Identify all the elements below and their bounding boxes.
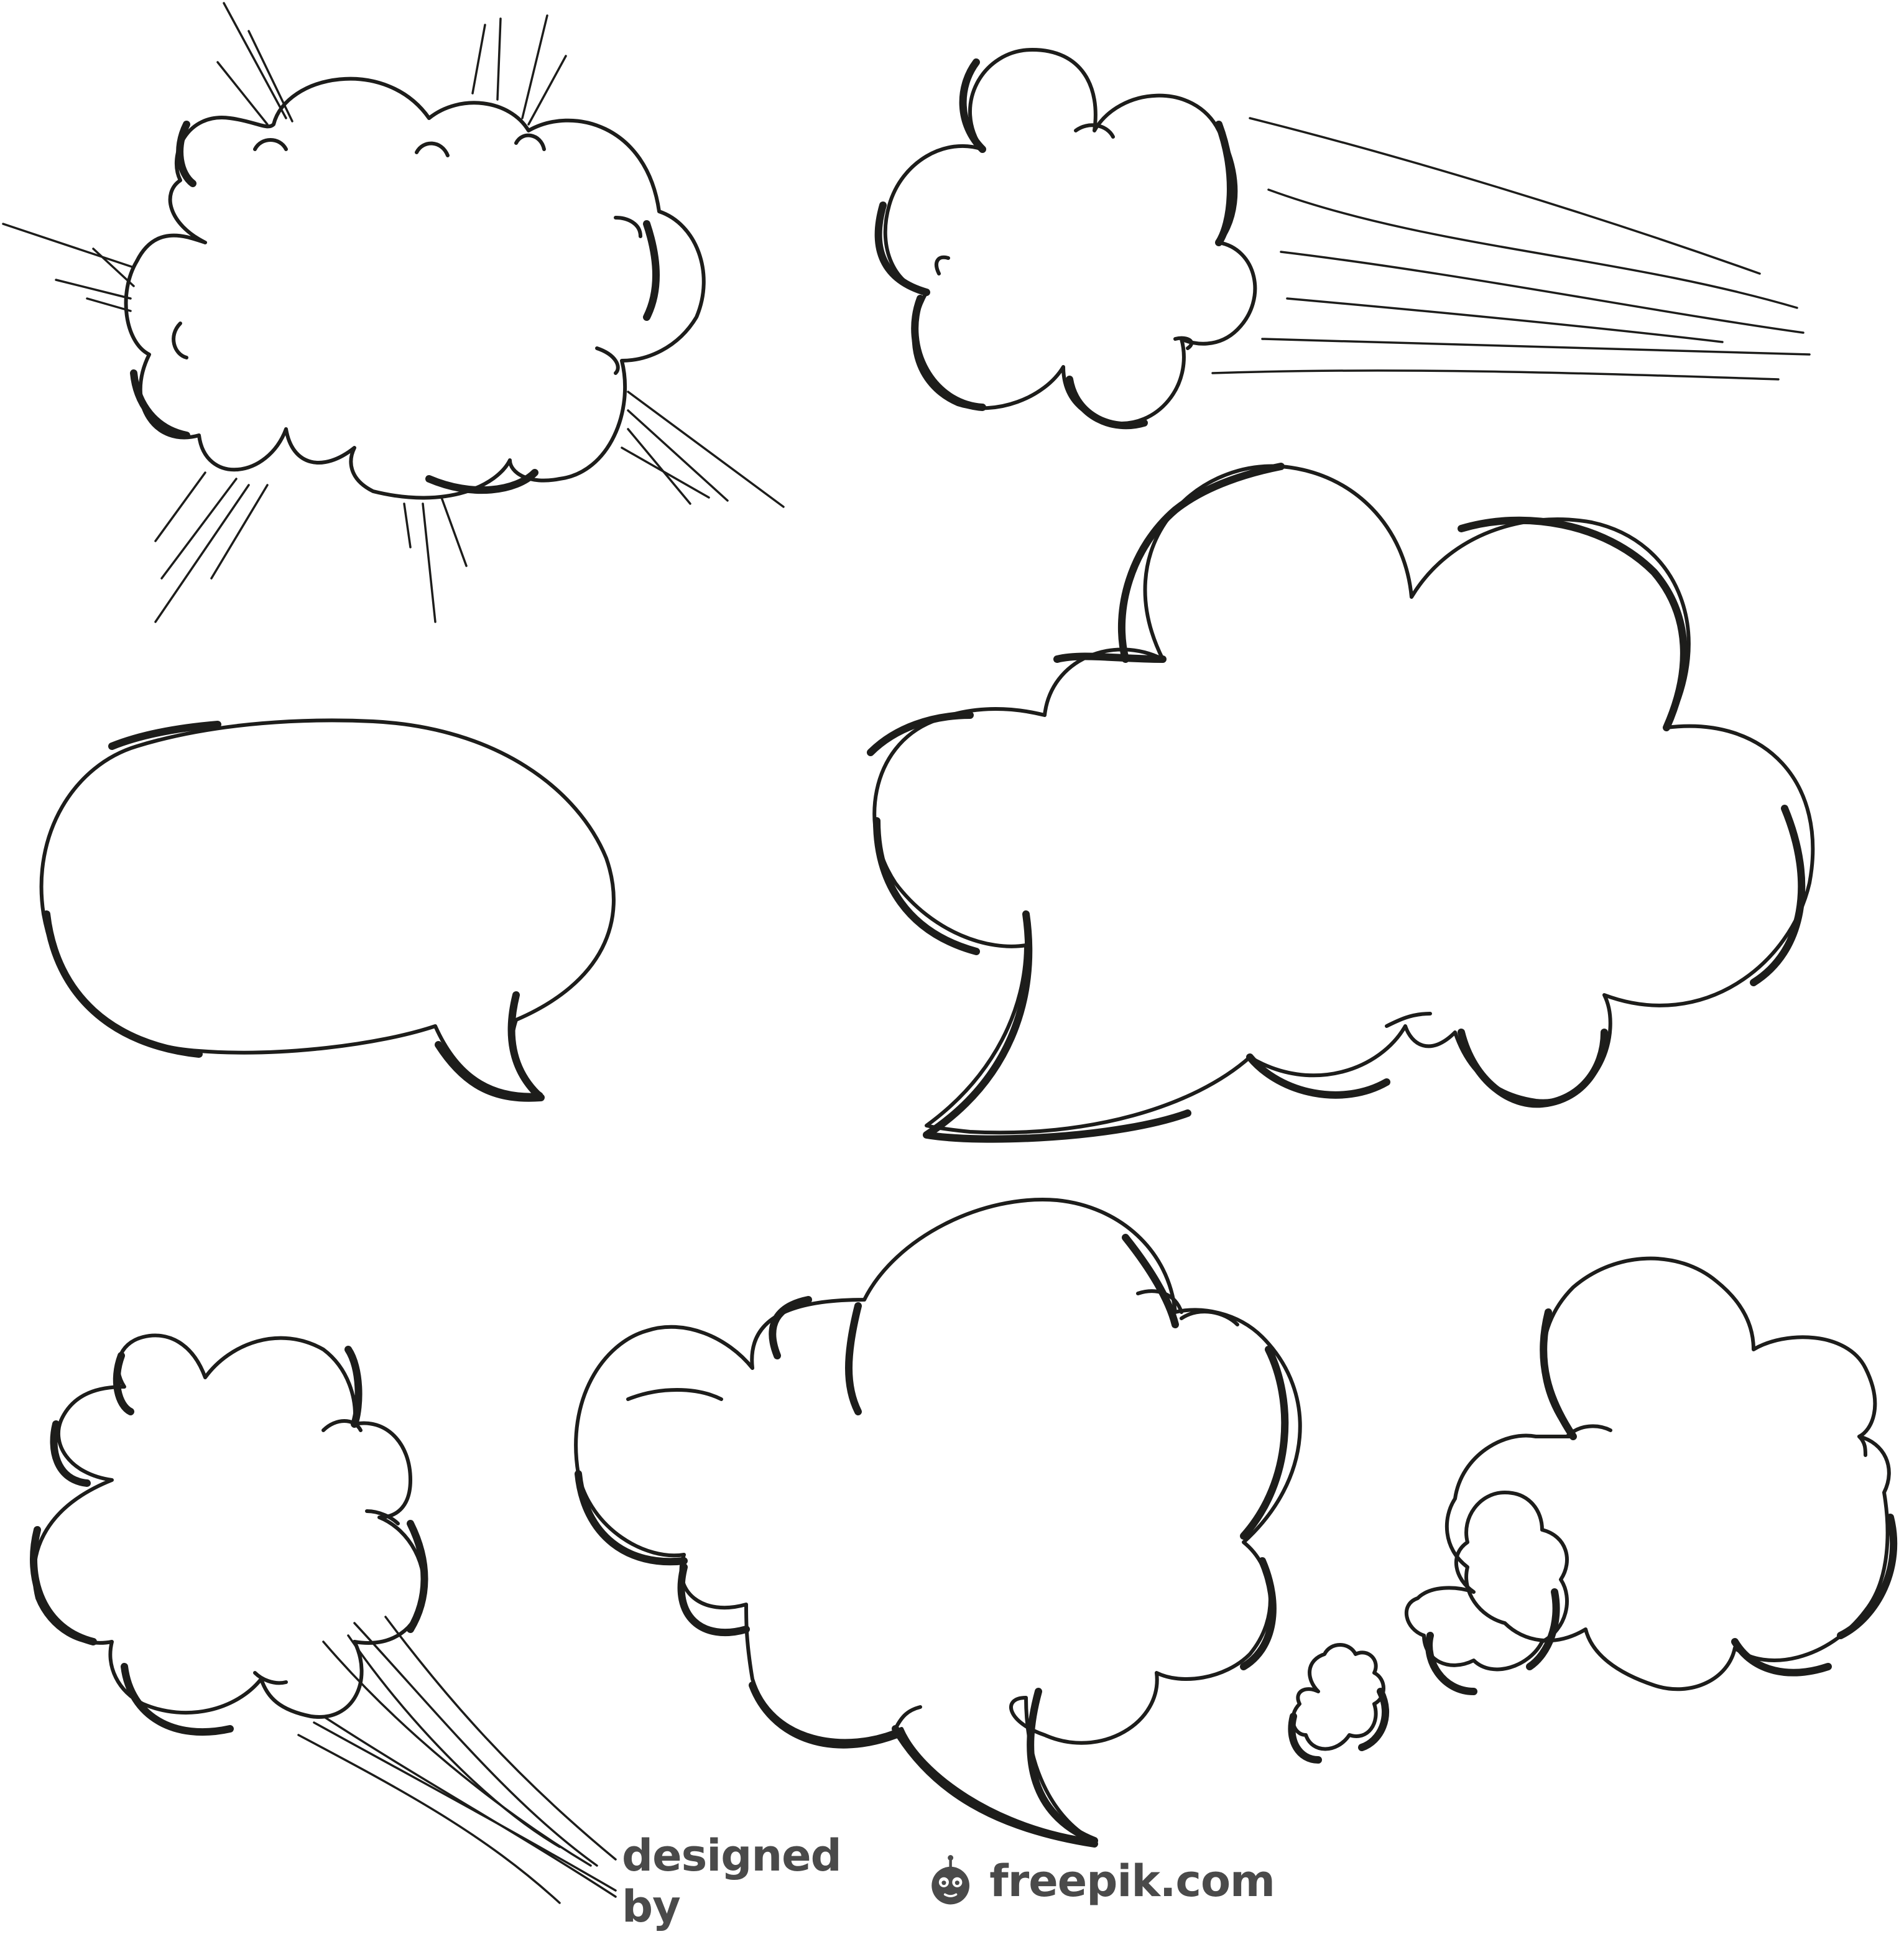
credit-brand: freepik.com xyxy=(989,1856,1275,1907)
explosion-burst-lines xyxy=(2,2,785,623)
large-cloud-speech-bubble xyxy=(867,463,1815,1143)
puff-cloud-with-speed-lines xyxy=(874,48,1811,430)
cloud-speed-lines xyxy=(1211,117,1811,381)
oval-speech-bubble xyxy=(39,718,616,1102)
freepik-logo-icon xyxy=(931,1855,970,1905)
cloud-trail-lines xyxy=(297,1616,617,1904)
freepik-credit: designed by freepik.com xyxy=(622,1830,1275,1932)
small-puff-cloud-with-trail xyxy=(30,1333,617,1904)
thought-bubble-chain xyxy=(1288,1256,1898,1764)
credit-prefix: designed by xyxy=(622,1830,842,1932)
explosion-cloud-bubble xyxy=(2,2,785,623)
middle-cloud-speech-bubble xyxy=(574,1198,1302,1848)
comic-bubbles-artboard xyxy=(2,2,1898,1904)
